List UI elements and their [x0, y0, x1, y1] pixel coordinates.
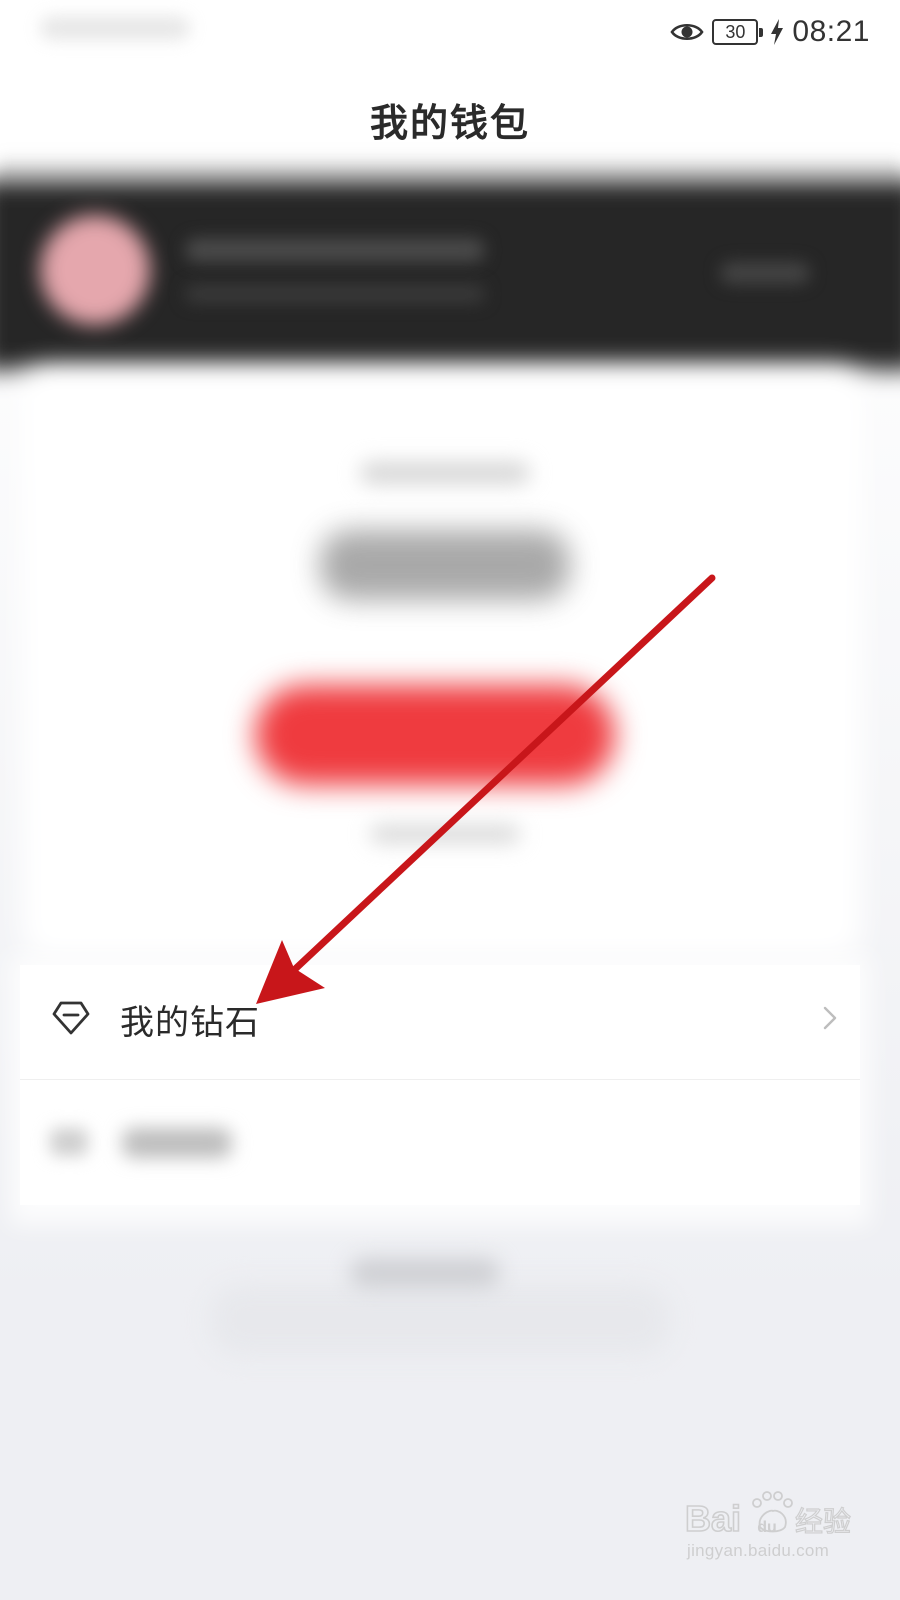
svg-text:经验: 经验	[795, 1505, 851, 1538]
page-title: 我的钱包	[369, 101, 530, 145]
recharge-button[interactable]	[255, 685, 615, 785]
wallet-screen: 30 08:21 我的钱包 我的钻石 Bai du 经验 jingyan.bai…	[0, 0, 900, 1600]
list-item-2-icon-blurred	[50, 1128, 88, 1156]
profile-name-blurred	[185, 238, 485, 262]
chevron-right-icon	[823, 1006, 837, 1030]
charging-bolt-icon	[771, 19, 784, 45]
list-item-label: 我的钻石	[120, 1003, 260, 1043]
battery-icon: 30	[712, 19, 764, 45]
card-note-blurred	[370, 825, 520, 843]
list-item-2-blurred[interactable]	[122, 1128, 232, 1158]
profile-action-blurred	[720, 262, 810, 284]
profile-subtitle-blurred	[185, 285, 485, 303]
wallet-card-blurred	[22, 368, 862, 958]
bottom-link-blurred[interactable]	[350, 1258, 500, 1288]
svg-text:du: du	[757, 1519, 777, 1536]
status-bar: 30 08:21	[0, 0, 900, 64]
avatar	[40, 215, 150, 325]
watermark-url: jingyan.baidu.com	[687, 1541, 830, 1560]
balance-value-blurred	[320, 530, 570, 600]
baidu-logo-icon: Bai du 经验	[685, 1491, 852, 1540]
status-indicators: 30 08:21	[670, 12, 870, 52]
status-left-blurred	[40, 16, 190, 40]
bottom-area-blurred	[210, 1285, 670, 1355]
clock: 08:21	[792, 15, 870, 48]
balance-label-blurred	[360, 462, 530, 484]
battery-level: 30	[725, 21, 746, 42]
diamond-icon	[52, 1001, 90, 1035]
eye-icon	[670, 23, 704, 41]
header-shadow	[0, 150, 900, 180]
list-item-my-diamonds[interactable]: 我的钻石	[20, 965, 860, 1080]
baidu-jingyan-watermark: Bai du 经验 jingyan.baidu.com	[685, 1475, 860, 1570]
svg-text:Bai: Bai	[685, 1498, 741, 1539]
